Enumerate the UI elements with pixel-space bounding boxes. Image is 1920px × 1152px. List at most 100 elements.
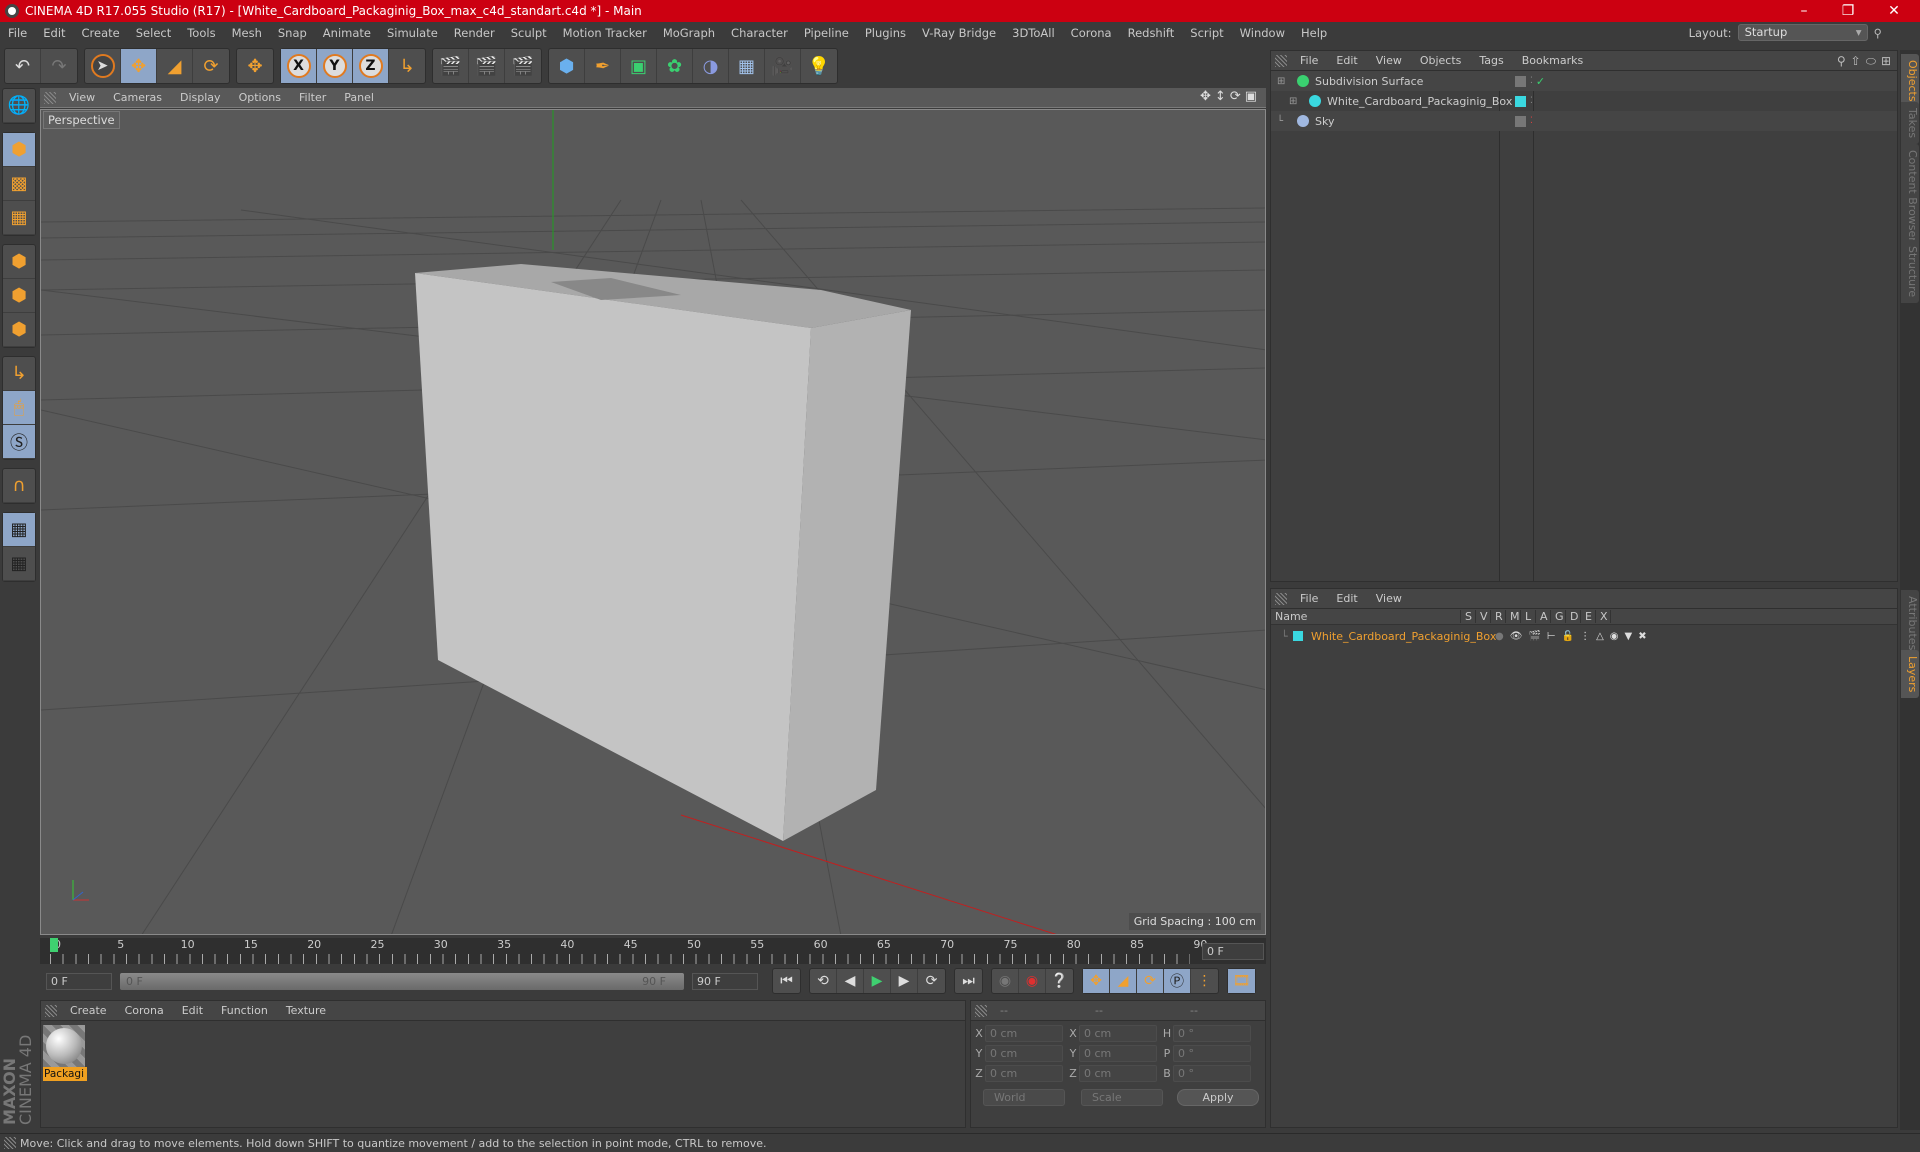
deformer-icon[interactable]: ◑ [693,49,729,83]
layer-column-a[interactable]: A [1536,610,1551,623]
material-menu-function[interactable]: Function [212,1004,277,1017]
new-window-icon[interactable]: ⊞ [1881,54,1891,69]
undo-icon[interactable]: ↶ [5,49,41,83]
close-button[interactable]: ✕ [1872,0,1916,22]
menu-file[interactable]: File [0,26,35,40]
object-row[interactable]: └ Sky ⁚ [1271,111,1897,131]
coordinate-field[interactable]: 0 ° [1173,1025,1251,1042]
menu-v-ray-bridge[interactable]: V-Ray Bridge [914,26,1004,40]
y-axis-icon[interactable]: Y [317,49,353,83]
material-menu-create[interactable]: Create [61,1004,116,1017]
animation-flag-icon[interactable]: ⋮ [1580,631,1590,642]
layer-menu-view[interactable]: View [1367,592,1411,605]
light-icon[interactable]: 💡 [801,49,837,83]
restore-button[interactable]: ❐ [1826,0,1870,22]
menu-plugins[interactable]: Plugins [857,26,914,40]
viewport-menu-filter[interactable]: Filter [290,91,335,104]
object-tag-icon[interactable] [1515,75,1526,87]
render-settings-icon[interactable]: 🎬 [505,49,541,83]
menu-tools[interactable]: Tools [179,26,223,40]
panel-grip[interactable] [975,1004,987,1017]
panel-grip[interactable] [1275,54,1287,67]
camera-icon[interactable]: 🎥 [765,49,801,83]
viewport-menu-cameras[interactable]: Cameras [104,91,171,104]
coordinate-field[interactable]: 0 ° [1173,1065,1251,1082]
tab-attributes[interactable]: Attributes [1901,590,1919,657]
material-menu-corona[interactable]: Corona [116,1004,173,1017]
start-frame-field[interactable]: 0 F [46,972,112,990]
orbit-icon[interactable]: ⟳ [1230,89,1241,104]
layer-column-name[interactable]: Name [1271,610,1461,623]
menu-edit[interactable]: Edit [35,26,73,40]
tab-layers[interactable]: Layers [1901,650,1919,699]
material-menu-texture[interactable]: Texture [277,1004,335,1017]
end-frame-field[interactable]: 90 F [692,972,758,990]
render-view-icon[interactable]: 🎬 [433,49,469,83]
model-mode-icon[interactable]: ⬢ [3,133,35,167]
search-icon[interactable]: ⚲ [1837,54,1846,69]
xref-flag-icon[interactable]: ✖ [1638,631,1646,642]
menu-mesh[interactable]: Mesh [224,26,270,40]
current-frame-field[interactable]: 0 F [1202,943,1264,960]
viewport-menu-panel[interactable]: Panel [335,91,383,104]
scale-icon[interactable]: ◢ [157,49,193,83]
tree-line-icon[interactable]: └ [1277,116,1291,127]
layer-column-r[interactable]: R [1491,610,1506,623]
menu-select[interactable]: Select [128,26,179,40]
layer-column-x[interactable]: X [1596,610,1611,623]
redo-icon[interactable]: ↷ [41,49,77,83]
visible-flag-icon[interactable]: 👁 [1510,631,1523,642]
prev-frame-icon[interactable]: ◀ [837,969,864,993]
key-rotation-icon[interactable]: ⟳ [1137,969,1164,993]
texture-mode-icon[interactable]: ▩ [3,167,35,201]
object-menu-bookmarks[interactable]: Bookmarks [1513,54,1592,67]
play-icon[interactable]: ▶ [864,969,891,993]
go-to-start-icon[interactable]: ⏮ [773,969,800,993]
menu-simulate[interactable]: Simulate [379,26,446,40]
material-menu-edit[interactable]: Edit [173,1004,212,1017]
manager-flag-icon[interactable]: ⊢ [1547,631,1556,642]
menu-corona[interactable]: Corona [1063,26,1120,40]
camera-label[interactable]: Perspective [43,111,120,129]
go-to-end-icon[interactable]: ⏭ [955,969,982,993]
next-frame-icon[interactable]: ▶ [891,969,918,993]
menu-render[interactable]: Render [446,26,503,40]
viewport-menu-view[interactable]: View [60,91,104,104]
object-tag-icon[interactable] [1515,115,1526,127]
layer-column-e[interactable]: E [1581,610,1596,623]
menu-create[interactable]: Create [74,26,128,40]
layer-column-d[interactable]: D [1566,610,1581,623]
apply-button[interactable]: Apply [1177,1089,1259,1106]
cloner-icon[interactable]: ✿ [657,49,693,83]
z-axis-icon[interactable]: Z [353,49,389,83]
object-menu-view[interactable]: View [1367,54,1411,67]
tab-content-browser[interactable]: Content Browser [1901,144,1919,248]
layout-dropdown[interactable]: Startup [1737,24,1868,41]
workplane-mode-icon[interactable]: ▦ [3,201,35,235]
coordinate-mode-dropdown[interactable]: Scale [1081,1089,1163,1106]
tab-takes[interactable]: Takes [1901,102,1919,145]
edit-render-view-icon[interactable]: 🌐 [3,89,35,123]
visibility-dots-icon[interactable]: ⁚ [1530,76,1533,86]
expression-flag-icon[interactable]: ▼ [1625,631,1633,642]
move-icon[interactable]: ✥ [121,49,157,83]
object-row[interactable]: ⊞ White_Cardboard_Packaginig_Box ⁚ [1271,91,1897,111]
preview-range-slider[interactable]: 0 F 90 F [120,972,684,990]
panel-grip[interactable] [45,1004,57,1017]
tweak-mode-icon[interactable]: 🖱 [3,391,35,425]
viewport-perspective[interactable]: Perspective Grid Spacing : 100 cm [40,109,1266,935]
material-swatch[interactable]: Packagi [43,1025,87,1081]
render-picture-viewer-icon[interactable]: 🎬 [469,49,505,83]
subdivision-icon[interactable]: ▣ [621,49,657,83]
maximize-icon[interactable]: ▣ [1245,89,1257,104]
edges-mode-icon[interactable]: ⬢ [3,279,35,313]
coordinate-field[interactable]: 0 cm [1079,1065,1157,1082]
object-name[interactable]: White_Cardboard_Packaginig_Box [1327,95,1512,108]
layer-column-l[interactable]: L [1521,610,1536,623]
solo-flag-icon[interactable]: ● [1495,631,1504,642]
menu-mograph[interactable]: MoGraph [655,26,723,40]
points-mode-icon[interactable]: ⬢ [3,245,35,279]
coordinate-field[interactable]: 0 cm [1079,1045,1157,1062]
key-pla-icon[interactable]: ⋮ [1191,969,1218,993]
cube-icon[interactable]: ⬢ [549,49,585,83]
